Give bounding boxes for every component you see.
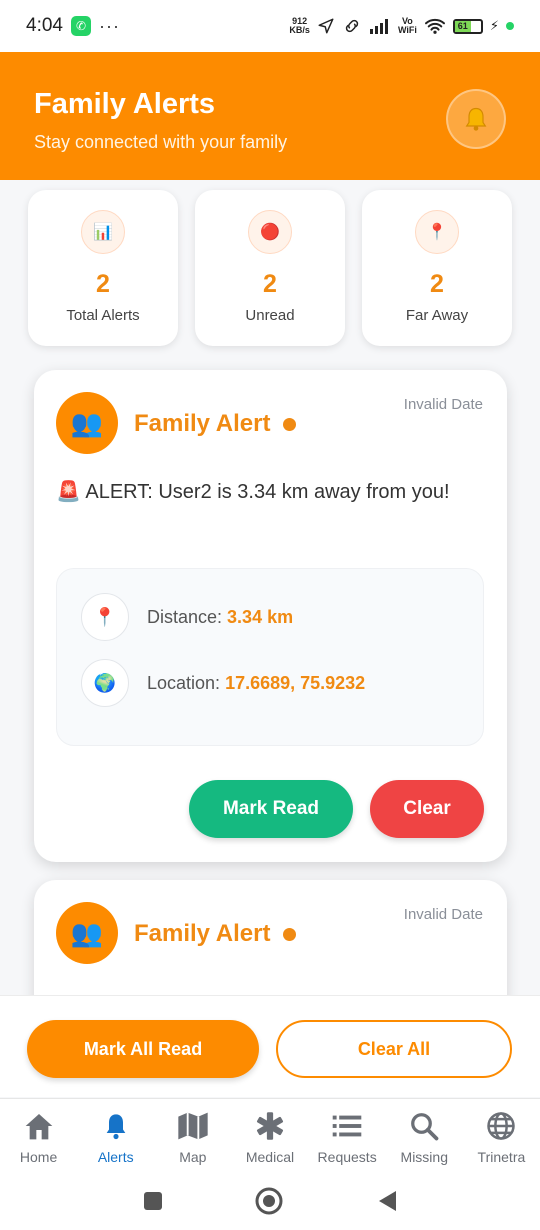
pin-icon: 📍: [81, 593, 129, 641]
square-icon: [144, 1192, 162, 1210]
alert-title: Family Alert: [134, 410, 271, 437]
stat-label-unread: Unread: [245, 307, 295, 324]
nav-item-trinetra[interactable]: Trinetra: [463, 1099, 540, 1170]
distance-row: 📍 Distance: 3.34 km: [81, 593, 293, 641]
battery-level: 61: [454, 20, 471, 32]
stat-value-far-away: 2: [430, 270, 444, 298]
nav-item-alerts[interactable]: Alerts: [77, 1099, 154, 1170]
location-arrow-icon: [318, 18, 334, 34]
stat-value-total: 2: [96, 270, 110, 298]
red-circle-icon: 🔴: [248, 210, 292, 254]
alert-message: 🚨 ALERT: User2 is 3.34 km away from you!: [56, 481, 450, 503]
status-left: 4:04 ✆ ···: [26, 15, 120, 37]
charging-icon: ⚡: [489, 18, 499, 33]
unread-indicator: [283, 928, 296, 941]
clear-all-button[interactable]: Clear All: [276, 1020, 512, 1078]
whatsapp-icon: ✆: [70, 16, 91, 36]
alert-card[interactable]: 👥 Family Alert Invalid Date 🚨 ALERT: Use…: [34, 370, 507, 862]
chart-icon: 📊: [81, 210, 125, 254]
circle-icon: [255, 1187, 283, 1215]
system-nav-bar: [0, 1170, 540, 1230]
alert-date: Invalid Date: [403, 906, 483, 923]
alert-title: Family Alert: [134, 920, 271, 947]
map-icon: [176, 1109, 210, 1143]
battery-icon: 61: [452, 18, 483, 34]
alert-details: 📍 Distance: 3.34 km 🌍 Location: 17.6689,…: [56, 568, 484, 746]
status-time: 4:04: [26, 15, 63, 36]
link-icon: [345, 19, 359, 33]
network-speed: 912 KB/s: [289, 17, 310, 35]
stat-card-total-alerts: 📊 2 Total Alerts: [28, 190, 178, 346]
avatar-glyph: 👥: [70, 917, 104, 948]
avatar-glyph: 👥: [70, 407, 104, 438]
notifications-button[interactable]: [446, 89, 506, 149]
family-icon: 👥: [56, 392, 118, 454]
page-subtitle: Stay connected with your family: [34, 132, 288, 152]
triangle-back-icon: [379, 1191, 396, 1211]
unread-indicator: [283, 418, 296, 431]
stat-label-far-away: Far Away: [405, 307, 469, 324]
nav-label-requests: Requests: [317, 1149, 377, 1165]
nav-item-home[interactable]: Home: [0, 1099, 77, 1170]
nav-label-trinetra: Trinetra: [477, 1149, 526, 1165]
vowifi-icon: Vo WiFi: [398, 17, 417, 35]
location-value: 17.6689, 75.9232: [225, 672, 366, 693]
search-icon: [407, 1109, 441, 1143]
nav-label-map: Map: [179, 1149, 207, 1165]
list-icon: [330, 1109, 364, 1143]
mark-read-button[interactable]: Mark Read: [189, 780, 353, 838]
home-icon: [22, 1109, 56, 1143]
home-system-button[interactable]: [254, 1186, 284, 1216]
network-speed-unit: KB/s: [289, 25, 310, 35]
status-right: 912 KB/s Vo WiFi 61 ⚡: [289, 17, 514, 35]
nav-label-medical: Medical: [245, 1149, 295, 1165]
nav-label-missing: Missing: [400, 1149, 448, 1165]
back-button[interactable]: [372, 1186, 402, 1216]
stat-label-total: Total Alerts: [66, 307, 140, 324]
signal-icon: [369, 19, 388, 34]
stat-value-unread: 2: [263, 270, 277, 298]
nav-item-medical[interactable]: Medical: [231, 1099, 308, 1170]
nav-label-home: Home: [19, 1149, 58, 1165]
wifi-icon: [424, 18, 445, 34]
stat-card-far-away: 📍 2 Far Away: [362, 190, 512, 346]
nav-item-missing[interactable]: Missing: [386, 1099, 463, 1170]
vowifi-bottom: WiFi: [397, 25, 417, 35]
clear-button[interactable]: Clear: [370, 780, 484, 838]
stat-card-unread: 🔴 2 Unread: [195, 190, 345, 346]
indicator-dot: [506, 22, 514, 30]
distance-label: Distance:: [147, 606, 223, 627]
bell-icon: [465, 107, 487, 131]
app-header: Family Alerts Stay connected with your f…: [0, 52, 540, 180]
globe-icon: 🌍: [81, 659, 129, 707]
globe-icon: [484, 1109, 518, 1143]
nav-item-map[interactable]: Map: [154, 1099, 231, 1170]
location-row: 🌍 Location: 17.6689, 75.9232: [81, 659, 365, 707]
nav-label-alerts: Alerts: [97, 1149, 134, 1165]
location-label: Location:: [147, 672, 221, 693]
status-bar: 4:04 ✆ ··· 912 KB/s Vo WiFi 61 ⚡: [0, 0, 540, 52]
alert-date: Invalid Date: [403, 396, 483, 413]
distance-value: 3.34 km: [227, 606, 294, 627]
mark-all-read-button[interactable]: Mark All Read: [27, 1020, 259, 1078]
bulk-actions-bar: Mark All Read Clear All: [0, 995, 540, 1097]
nav-item-requests[interactable]: Requests: [309, 1099, 386, 1170]
more-notifications-icon: ···: [98, 15, 120, 36]
bell-icon: [99, 1109, 133, 1143]
page-title: Family Alerts: [34, 88, 216, 120]
bottom-nav: Home Alerts Map Medical Requests Missing: [0, 1098, 540, 1170]
pin-icon: 📍: [415, 210, 459, 254]
medical-icon: [253, 1109, 287, 1143]
family-icon: 👥: [56, 902, 118, 964]
recent-apps-button[interactable]: [138, 1186, 168, 1216]
